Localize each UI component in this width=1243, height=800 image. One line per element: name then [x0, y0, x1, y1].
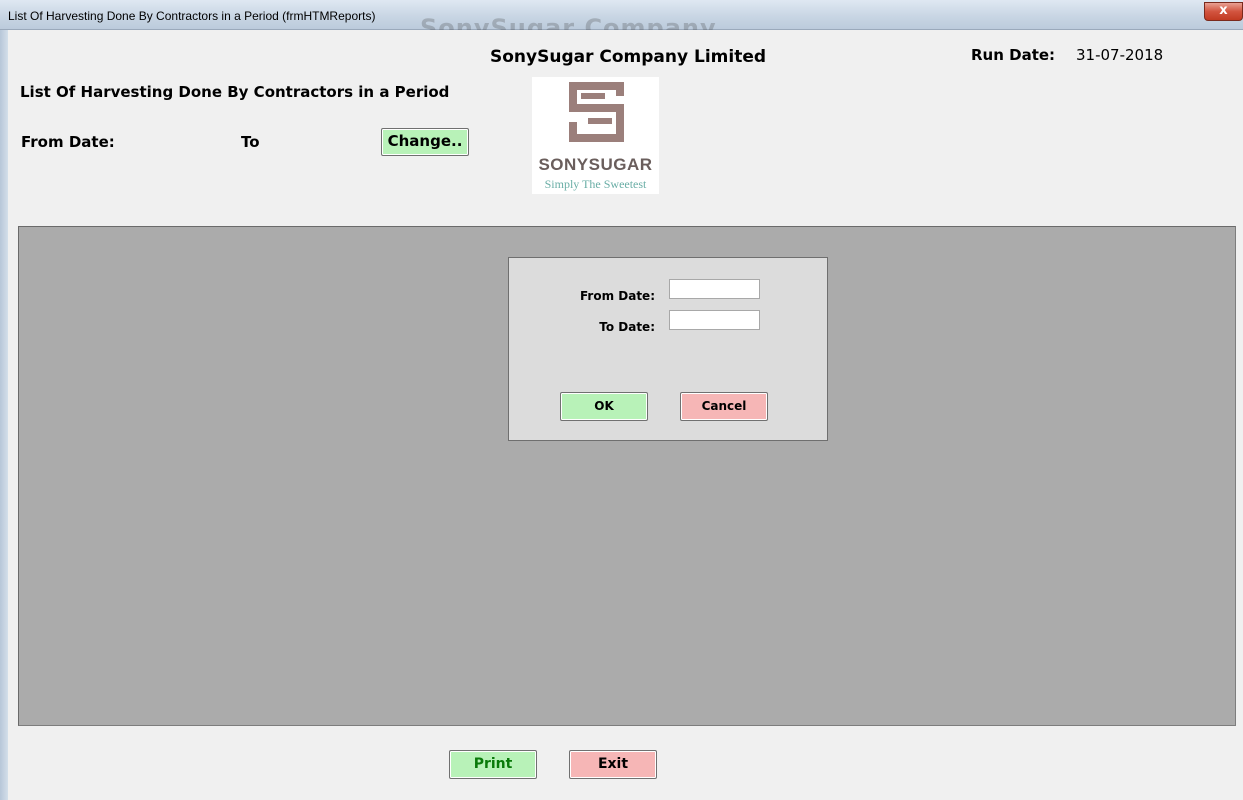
report-panel: From Date: To Date: OK Cancel — [18, 226, 1236, 726]
to-date-label: To — [241, 133, 260, 151]
company-logo: SONYSUGAR Simply The Sweetest — [532, 77, 659, 194]
close-icon: x — [1219, 3, 1228, 18]
logo-tagline: Simply The Sweetest — [544, 177, 647, 191]
run-date-value: 31-07-2018 — [1076, 46, 1164, 64]
run-date-label: Run Date: — [971, 46, 1056, 64]
company-name: SonySugar Company Limited — [490, 47, 767, 67]
window-left-border — [0, 30, 8, 800]
dialog-to-date-label: To Date: — [599, 320, 655, 334]
dialog-from-date-label: From Date: — [579, 289, 655, 303]
date-range-dialog: From Date: To Date: OK Cancel — [508, 257, 828, 441]
exit-button[interactable]: Exit — [569, 750, 657, 779]
window-title-bar: SonySugar Company List Of Harvesting Don… — [0, 0, 1243, 42]
from-date-input[interactable] — [669, 279, 760, 299]
cancel-button[interactable]: Cancel — [680, 392, 768, 421]
report-title: List Of Harvesting Done By Contractors i… — [20, 83, 450, 101]
ok-button[interactable]: OK — [560, 392, 648, 421]
to-date-input[interactable] — [669, 310, 760, 330]
window-close-button[interactable]: x — [1204, 2, 1243, 21]
print-button[interactable]: Print — [449, 750, 537, 779]
change-button[interactable]: Change.. — [381, 128, 469, 156]
logo-brand-text: SONYSUGAR — [538, 155, 653, 174]
window-title: List Of Harvesting Done By Contractors i… — [8, 9, 376, 23]
from-date-label: From Date: — [21, 133, 115, 151]
form-client-area: SonySugar Company Limited Run Date: 31-0… — [8, 30, 1243, 800]
